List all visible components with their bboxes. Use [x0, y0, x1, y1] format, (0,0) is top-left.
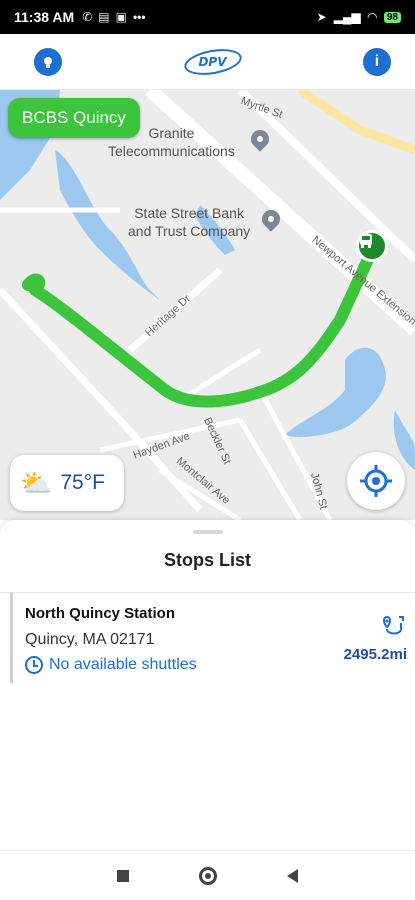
status-time: 11:38 AM [14, 9, 75, 25]
back-icon[interactable] [287, 868, 298, 883]
route-distance-icon [383, 615, 404, 635]
logo-text: DPV [198, 54, 227, 69]
clock-icon [25, 656, 43, 674]
weather-card: ⛅ 75°F [10, 455, 124, 511]
lightbulb-icon[interactable] [34, 47, 62, 76]
status-bar: 11:38 AM ✆ ▤ ▣ ••• ➤ ▂▄▆ ◠ 98 [0, 0, 415, 34]
system-nav-bar [0, 850, 415, 900]
stops-list-title: Stops List [163, 550, 251, 570]
home-icon[interactable] [199, 866, 217, 885]
crosshair-icon [360, 465, 392, 497]
stop-list-item[interactable]: North Quincy Station Quincy, MA 02171 No… [10, 593, 415, 683]
app-header: DPV i [0, 34, 415, 90]
navigation-icon: ➤ [316, 10, 327, 24]
battery-indicator: 98 [383, 11, 401, 23]
stop-distance[interactable]: 2495.2mi [344, 615, 407, 663]
partly-cloudy-icon: ⛅ [20, 467, 53, 498]
shuttle-status-text: No available shuttles [49, 656, 197, 673]
sheet-drag-handle[interactable] [192, 530, 223, 534]
more-icon: ••• [132, 10, 146, 24]
locate-me-button[interactable] [347, 452, 405, 510]
place-label-state-street: State Street Bank and Trust Company [128, 205, 251, 239]
message-icon: ▤ [98, 10, 110, 24]
app-icon: ▣ [115, 10, 127, 24]
location-signal-icon: ✆ [82, 10, 93, 24]
recents-icon[interactable] [117, 869, 129, 882]
wifi-icon: ◠ [367, 10, 377, 24]
stops-sheet: Stops List North Quincy Station Quincy, … [0, 520, 415, 850]
route-name-chip[interactable]: BCBS Quincy [8, 98, 140, 138]
app-logo: DPV [181, 44, 245, 80]
weather-temperature: 75°F [60, 471, 105, 494]
bus-stop-marker-icon[interactable] [356, 230, 388, 262]
signal-icon: ▂▄▆ [333, 10, 361, 24]
info-icon[interactable]: i [363, 47, 391, 76]
stop-distance-value: 2495.2mi [343, 646, 407, 663]
